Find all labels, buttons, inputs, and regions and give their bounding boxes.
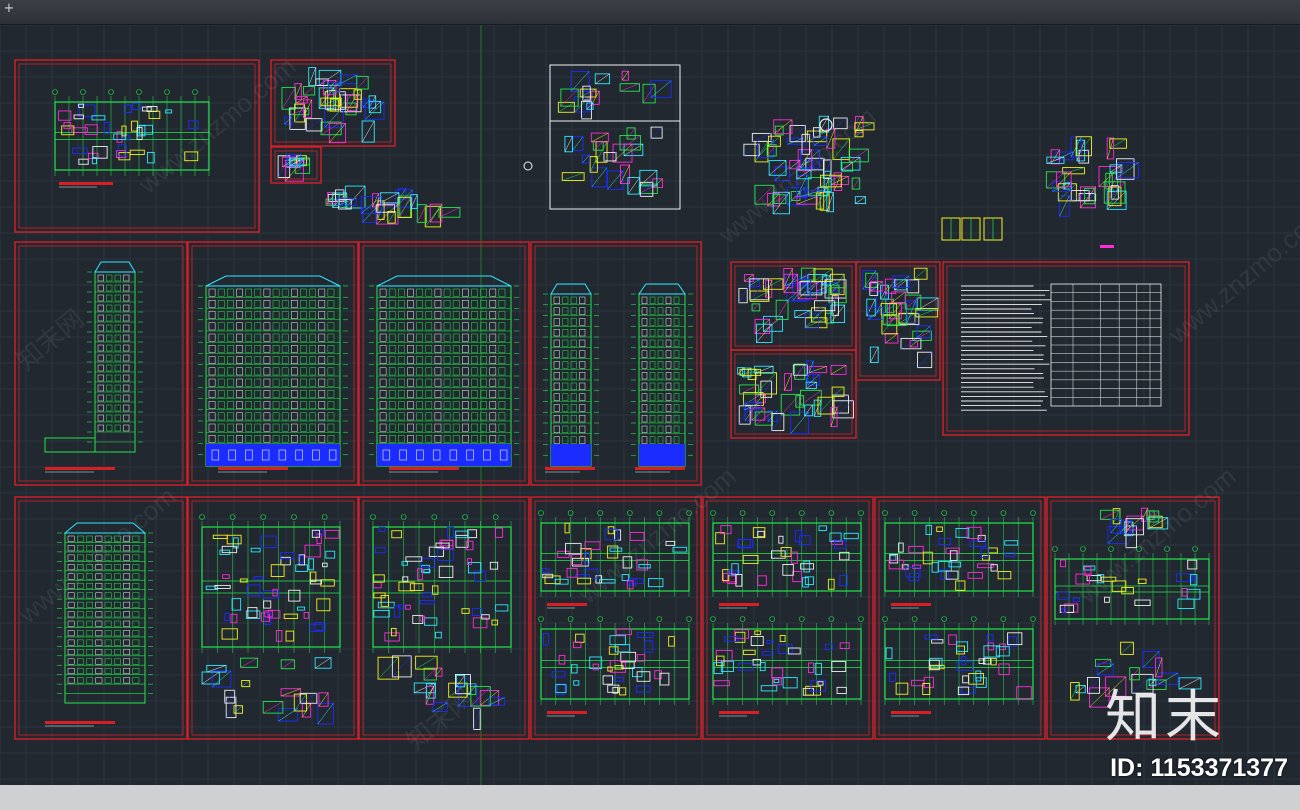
sheet-detail-cluster-b[interactable] bbox=[270, 146, 322, 184]
sheet-core-details-c[interactable] bbox=[855, 261, 941, 381]
sheet-node-details-white-frame[interactable] bbox=[549, 64, 681, 210]
sheet-rear-elevation[interactable] bbox=[358, 241, 530, 486]
add-tab-button[interactable]: + bbox=[2, 2, 16, 16]
sheet-basement-plan[interactable] bbox=[187, 496, 359, 740]
schedule-title-mark bbox=[1100, 245, 1114, 248]
grid-bubble-icon bbox=[523, 161, 533, 171]
sheet-wall-section-detail[interactable] bbox=[325, 185, 461, 228]
sheet-front-elevation[interactable] bbox=[187, 241, 359, 486]
watermark-logo: 知末 bbox=[1105, 685, 1225, 750]
sheet-standard-floor-plans-b[interactable] bbox=[874, 496, 1046, 740]
watermark-id: ID: 1153371377 bbox=[1110, 754, 1288, 782]
title-bar: + bbox=[0, 0, 1300, 25]
status-bar bbox=[0, 785, 1300, 810]
